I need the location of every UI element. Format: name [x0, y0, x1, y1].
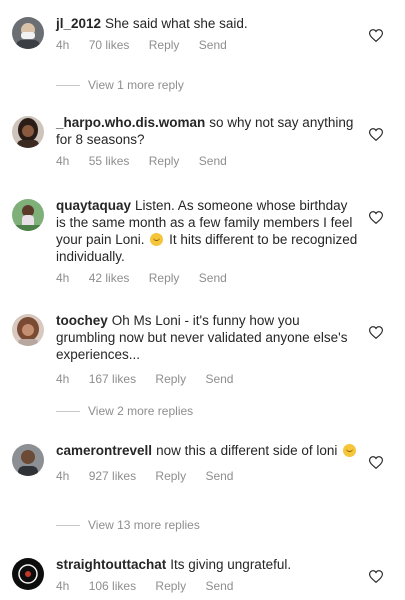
reply-button[interactable]: Reply	[149, 38, 180, 52]
heart-outline-icon[interactable]	[369, 211, 383, 224]
divider-line	[56, 525, 80, 527]
reply-button[interactable]: Reply	[149, 154, 180, 168]
likes-count[interactable]: 106 likes	[89, 579, 136, 593]
comment-username[interactable]: straightouttachat	[56, 557, 166, 572]
avatar[interactable]	[12, 314, 44, 346]
heart-outline-icon[interactable]	[369, 128, 383, 141]
send-button[interactable]: Send	[199, 38, 227, 52]
comment-time: 4h	[56, 154, 70, 168]
woozy-face-emoji	[343, 444, 357, 457]
heart-outline-icon[interactable]	[369, 456, 383, 469]
comment-time: 4h	[56, 372, 70, 386]
send-button[interactable]: Send	[205, 469, 233, 483]
woozy-face-emoji	[150, 233, 164, 246]
comment-text: Its giving ungrateful.	[170, 557, 292, 572]
comment-text: She said what she said.	[105, 16, 248, 31]
view-more-replies-button[interactable]: View 13 more replies	[56, 518, 200, 532]
view-more-replies-button[interactable]: View 1 more reply	[56, 78, 184, 92]
comment-time: 4h	[56, 38, 70, 52]
comment-time: 4h	[56, 469, 70, 483]
comment-username[interactable]: _harpo.who.dis.woman	[56, 115, 205, 130]
send-button[interactable]: Send	[199, 271, 227, 285]
comment-time: 4h	[56, 579, 70, 593]
reply-button[interactable]: Reply	[149, 271, 180, 285]
likes-count[interactable]: 70 likes	[89, 38, 130, 52]
heart-outline-icon[interactable]	[369, 29, 383, 42]
likes-count[interactable]: 42 likes	[89, 271, 130, 285]
avatar[interactable]	[12, 199, 44, 231]
comment-text: now this a different side of loni	[156, 443, 338, 458]
avatar[interactable]	[12, 116, 44, 148]
heart-outline-icon[interactable]	[369, 570, 383, 583]
likes-count[interactable]: 167 likes	[89, 372, 136, 386]
divider-line	[56, 411, 80, 413]
reply-button[interactable]: Reply	[155, 579, 186, 593]
heart-outline-icon[interactable]	[369, 326, 383, 339]
divider-line	[56, 85, 80, 87]
send-button[interactable]: Send	[205, 372, 233, 386]
comment-username[interactable]: jl_2012	[56, 16, 101, 31]
send-button[interactable]: Send	[205, 579, 233, 593]
comment-username[interactable]: toochey	[56, 313, 108, 328]
likes-count[interactable]: 927 likes	[89, 469, 136, 483]
comment-username[interactable]: quaytaquay	[56, 198, 131, 213]
reply-button[interactable]: Reply	[155, 469, 186, 483]
view-more-label: View 13 more replies	[88, 518, 200, 532]
comment-time: 4h	[56, 271, 70, 285]
avatar[interactable]	[12, 558, 44, 590]
avatar[interactable]	[12, 444, 44, 476]
reply-button[interactable]: Reply	[155, 372, 186, 386]
view-more-label: View 1 more reply	[88, 78, 184, 92]
view-more-label: View 2 more replies	[88, 404, 194, 418]
comment-username[interactable]: camerontrevell	[56, 443, 152, 458]
avatar[interactable]	[12, 17, 44, 49]
likes-count[interactable]: 55 likes	[89, 154, 130, 168]
view-more-replies-button[interactable]: View 2 more replies	[56, 404, 193, 418]
send-button[interactable]: Send	[199, 154, 227, 168]
